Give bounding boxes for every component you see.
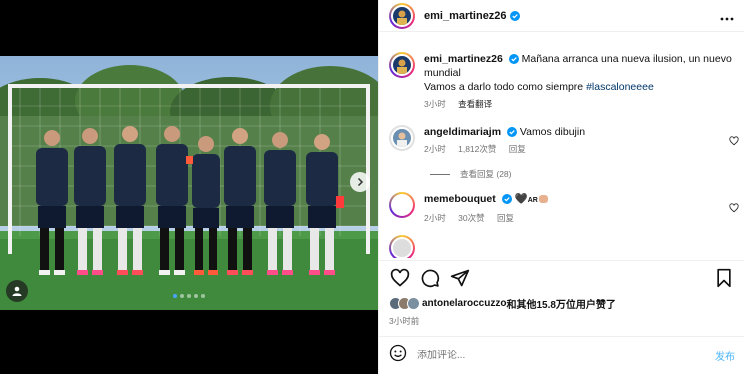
carousel-dot xyxy=(187,294,191,298)
post-header: emi_martinez26 xyxy=(379,0,744,32)
carousel-dot xyxy=(180,294,184,298)
emoji-icon xyxy=(389,344,407,362)
first-liker-username[interactable]: antonelaroccuzzo xyxy=(422,298,506,309)
carousel-dot xyxy=(173,294,177,298)
carousel-indicator xyxy=(0,294,378,298)
caption-author-avatar[interactable] xyxy=(389,52,415,78)
comment-item: angeldimariajm Vamos dibujin 2小时 1,812次赞… xyxy=(379,125,744,156)
liker-avatars xyxy=(389,297,420,310)
commenter-username[interactable]: angeldimariajm xyxy=(424,126,501,138)
heart-icon xyxy=(729,203,739,213)
comment-like-button[interactable] xyxy=(729,200,739,218)
caption-text-line2: Vamos a darlo todo como siempre xyxy=(424,81,587,93)
like-button[interactable] xyxy=(389,267,411,289)
fist-emoji-icon xyxy=(538,195,548,203)
share-button[interactable] xyxy=(449,267,471,289)
comment-item-partial xyxy=(379,235,744,258)
verified-icon xyxy=(508,54,519,64)
more-options-button[interactable] xyxy=(720,8,734,24)
commenter-username[interactable]: memebouquet xyxy=(424,193,496,205)
comment-input[interactable] xyxy=(417,350,715,361)
comment-time: 2小时 xyxy=(424,213,446,223)
comment-flag-text: AR xyxy=(527,197,538,204)
post-timestamp: 3小时前 xyxy=(389,316,420,326)
comment-text: Vamos dibujin xyxy=(519,126,586,138)
comment-reply-button[interactable]: 回复 xyxy=(497,213,514,223)
comment-icon xyxy=(421,269,440,287)
bookmark-icon xyxy=(717,268,731,287)
comment-item: memebouquet 🖤AR 2小时 30次赞 回复 xyxy=(379,192,744,225)
verified-icon xyxy=(501,194,512,204)
caption-hashtag[interactable]: #lascaloneeee xyxy=(586,81,654,93)
caption-username[interactable]: emi_martinez26 xyxy=(424,53,503,65)
instagram-post-view: emi_martinez26 emi_martinez26 Mañana arr… xyxy=(0,0,744,374)
comment-likes[interactable]: 30次赞 xyxy=(458,213,484,223)
more-horizontal-icon xyxy=(720,17,734,20)
carousel-dot xyxy=(194,294,198,298)
author-avatar[interactable] xyxy=(389,2,415,29)
likes-count-text: 和其他15.8万位用户赞了 xyxy=(506,300,616,311)
chevron-right-icon xyxy=(357,177,364,187)
post-caption: emi_martinez26 Mañana arranca una nueva … xyxy=(379,52,744,111)
post-photo[interactable] xyxy=(0,56,378,310)
comment-text: 🖤 xyxy=(514,193,528,205)
post-actions-bar xyxy=(379,260,744,294)
emoji-picker-button[interactable] xyxy=(389,344,407,367)
heart-icon xyxy=(729,136,739,146)
post-comment-button[interactable]: 发布 xyxy=(715,348,735,363)
save-button[interactable] xyxy=(713,267,735,289)
heart-icon xyxy=(390,268,410,287)
add-comment-bar: 发布 xyxy=(379,336,744,374)
share-icon xyxy=(450,269,470,286)
comment-button[interactable] xyxy=(419,267,441,289)
commenter-avatar[interactable] xyxy=(389,235,415,258)
comments-list: emi_martinez26 Mañana arranca una nueva … xyxy=(379,40,744,258)
verified-icon xyxy=(509,10,520,21)
carousel-next-button[interactable] xyxy=(350,172,370,192)
comment-reply-button[interactable]: 回复 xyxy=(509,144,526,154)
commenter-avatar[interactable] xyxy=(389,192,415,218)
user-tags-button[interactable] xyxy=(6,280,28,302)
see-translation-link[interactable]: 查看翻译 xyxy=(458,99,492,109)
view-replies-button[interactable]: 查看回复 (28) xyxy=(430,168,744,180)
likes-summary[interactable]: antonelaroccuzzo 和其他15.8万位用户赞了 xyxy=(389,296,616,311)
comment-time: 2小时 xyxy=(424,144,446,154)
author-username[interactable]: emi_martinez26 xyxy=(424,10,507,22)
commenter-avatar[interactable] xyxy=(389,125,415,151)
comment-like-button[interactable] xyxy=(729,133,739,151)
caption-time: 3小时 xyxy=(424,99,446,109)
view-replies-label: 查看回复 (28) xyxy=(460,169,512,179)
post-media xyxy=(0,0,378,374)
verified-icon xyxy=(506,127,517,137)
comment-likes[interactable]: 1,812次赞 xyxy=(458,144,496,154)
carousel-dot xyxy=(201,294,205,298)
post-details-panel: emi_martinez26 emi_martinez26 Mañana arr… xyxy=(378,0,744,374)
